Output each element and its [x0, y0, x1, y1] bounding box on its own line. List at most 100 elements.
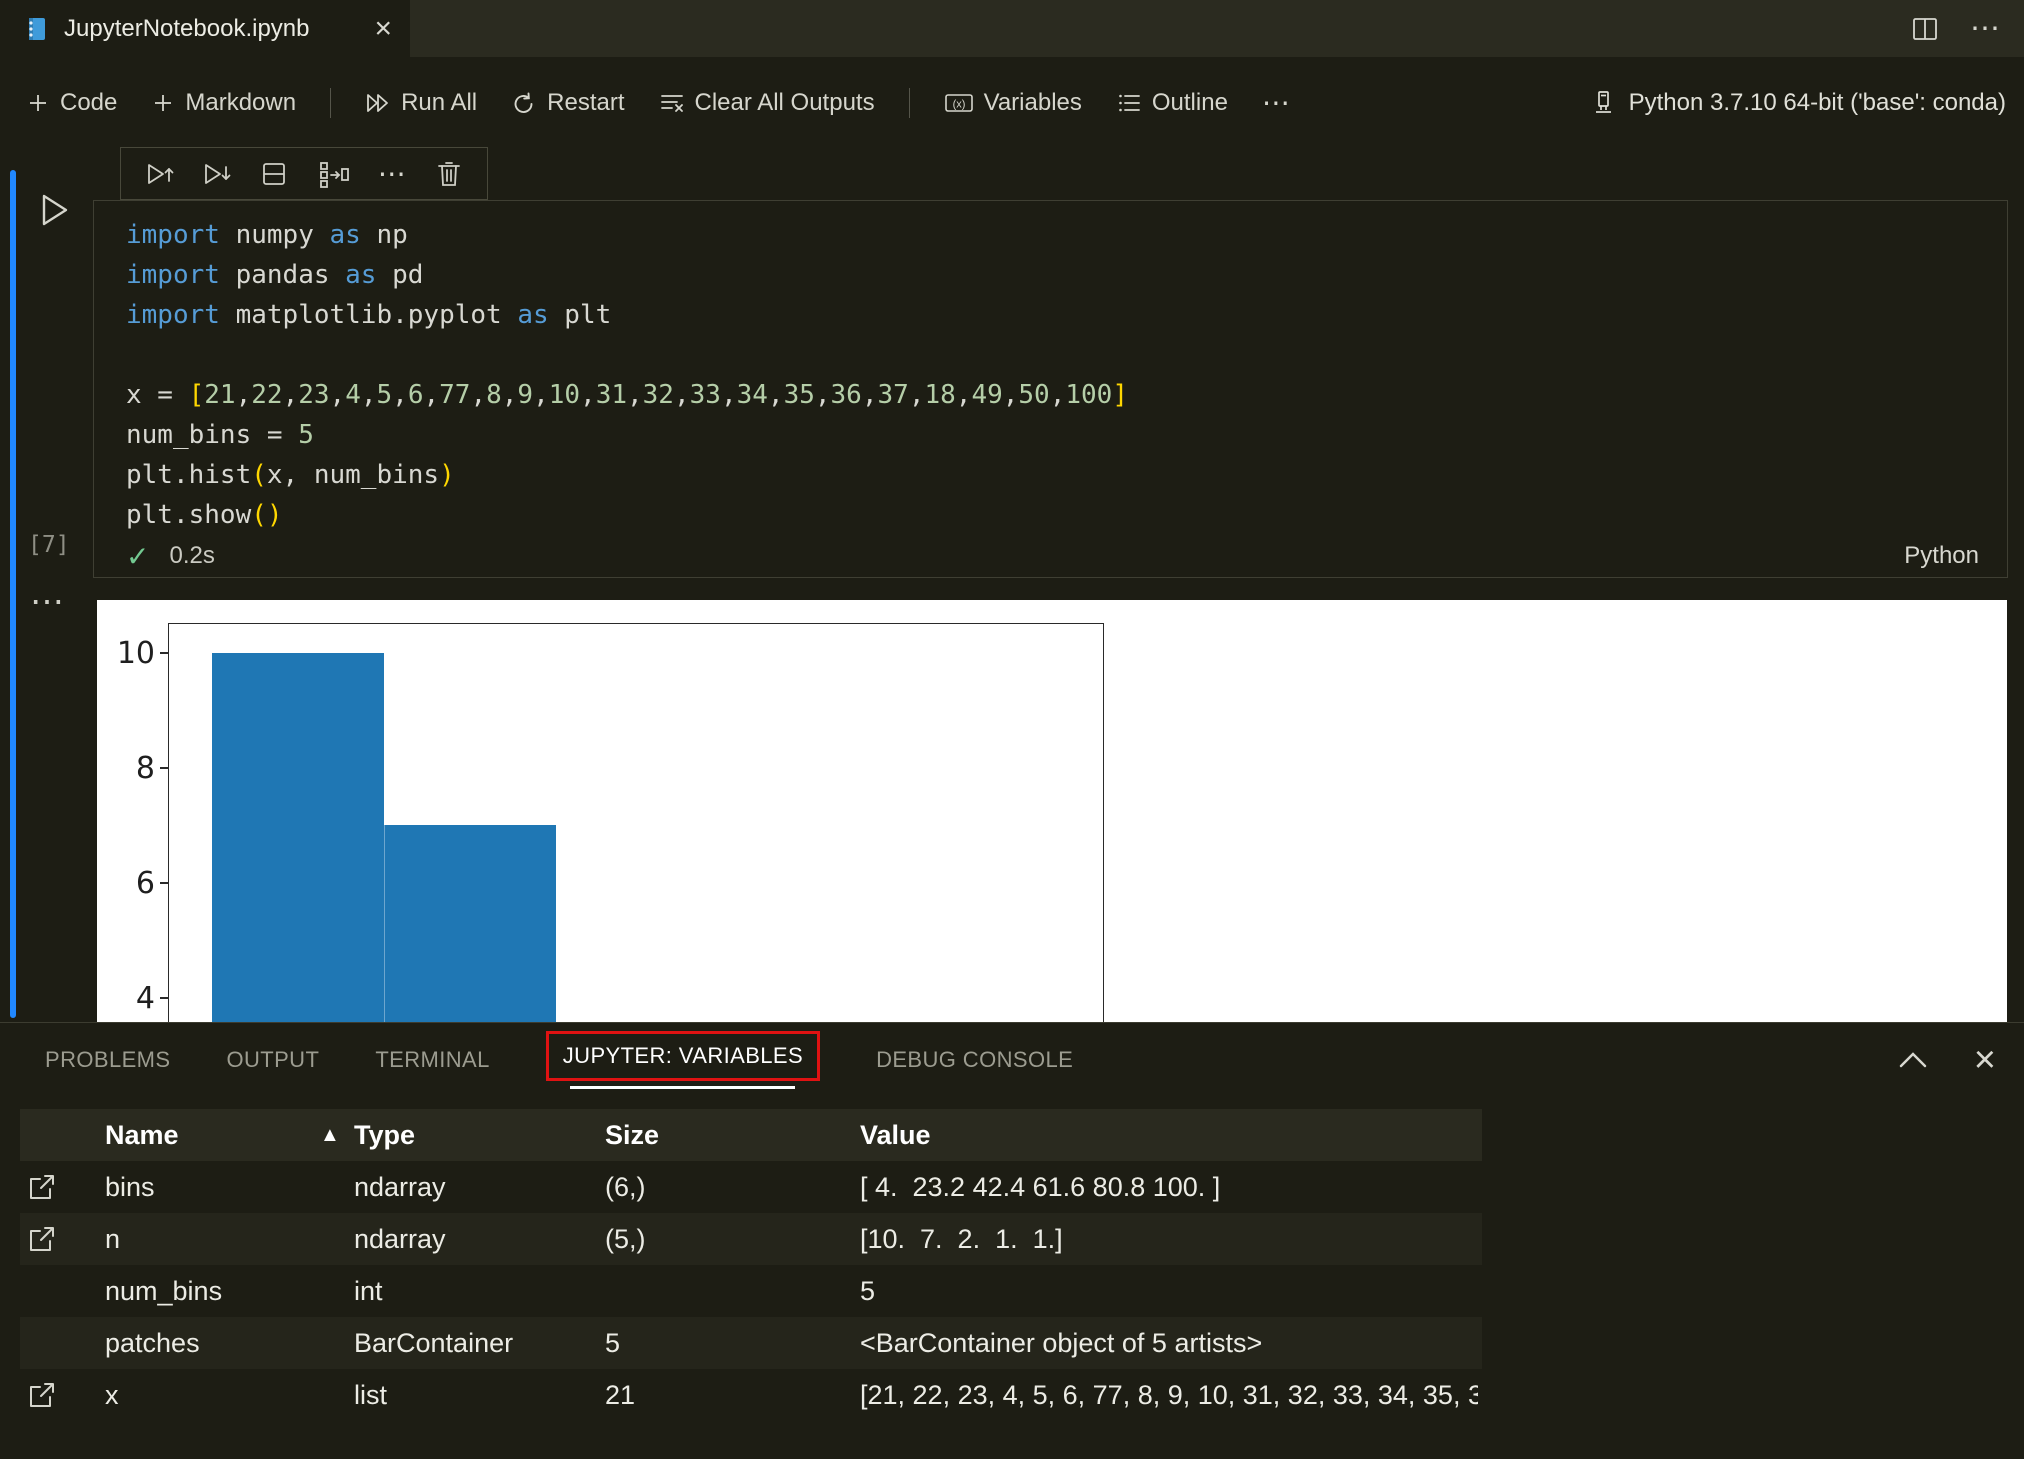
editor-actions: ⋯ [1910, 0, 2002, 57]
code-token: 6 [407, 380, 424, 410]
code-line[interactable]: x = [21,22,23,4,5,6,77,8,9,10,31,32,33,3… [126, 375, 2007, 415]
code-token: , [720, 380, 737, 410]
code-line[interactable] [126, 335, 2007, 375]
code-line[interactable]: num_bins = 5 [126, 415, 2007, 455]
variable-row-patches[interactable]: patches BarContainer 5 <BarContainer object… [20, 1317, 1482, 1369]
variables-icon: (x) [944, 90, 974, 116]
cell-more-actions-icon[interactable]: ⋯ [378, 157, 408, 190]
code-token: plt [548, 300, 612, 330]
panel-close-icon[interactable]: × [1974, 1041, 1996, 1079]
variables-button[interactable]: (x) Variables [944, 89, 1082, 117]
join-cells-icon[interactable] [317, 159, 351, 189]
run-cell-button[interactable] [32, 188, 76, 232]
open-in-data-viewer-icon[interactable] [26, 1171, 58, 1203]
tab-problems[interactable]: PROBLEMS [45, 1047, 170, 1073]
header-name[interactable]: Name [105, 1109, 179, 1161]
code-line[interactable]: import numpy as np [126, 215, 2007, 255]
kernel-picker[interactable]: Python 3.7.10 64-bit ('base': conda) [1589, 89, 2024, 117]
split-editor-icon[interactable] [1910, 14, 1940, 44]
variable-row-bins[interactable]: bins ndarray (6,) [ 4. 23.2 42.4 61.6 80.8 … [20, 1161, 1482, 1213]
variable-row-n[interactable]: n ndarray (5,) [10. 7. 2. 1. 1.] [20, 1213, 1482, 1265]
restart-button[interactable]: Restart [511, 89, 625, 117]
cell-size: 21 [605, 1380, 636, 1410]
code-token: num_bins = [126, 420, 299, 450]
run-above-icon[interactable] [145, 159, 175, 189]
cell-size: (5,) [605, 1224, 646, 1254]
vscode-window: JupyterNotebook.ipynb × ⋯ Code Markdown … [0, 0, 2024, 1459]
toolbar-more-icon[interactable]: ⋯ [1262, 86, 1292, 119]
code-token: import [126, 300, 220, 330]
code-token: 21 [204, 380, 236, 410]
code-line[interactable]: plt.show() [126, 495, 2007, 535]
code-token: , [767, 380, 784, 410]
chevron-up-icon[interactable] [1896, 1049, 1930, 1071]
add-markdown-cell-button[interactable]: Markdown [151, 89, 296, 117]
cell-type: BarContainer [354, 1328, 514, 1358]
cell-value: [10. 7. 2. 1. 1.] [860, 1224, 1063, 1254]
tab-debug-console[interactable]: DEBUG CONSOLE [876, 1047, 1073, 1073]
tab-jupyternotebook[interactable]: JupyterNotebook.ipynb × [0, 0, 410, 57]
success-check-icon: ✓ [126, 540, 150, 572]
code-token: x = [126, 380, 189, 410]
outline-icon [1116, 90, 1142, 116]
tab-jupyter-variables[interactable]: JUPYTER: VARIABLES [545, 1031, 821, 1089]
execution-duration: 0.2s [169, 542, 215, 569]
code-line[interactable]: plt.hist(x, num_bins) [126, 455, 2007, 495]
header-type[interactable]: Type [354, 1109, 415, 1161]
histogram-bar [383, 825, 556, 1022]
add-code-cell-button[interactable]: Code [26, 89, 117, 117]
code-token: , [580, 380, 596, 410]
open-in-data-viewer-icon[interactable] [26, 1379, 58, 1411]
run-below-icon[interactable] [202, 159, 232, 189]
code-token: ) [439, 460, 455, 490]
cell-language-picker[interactable]: Python [1904, 542, 1979, 570]
kernel-label: Python 3.7.10 64-bit ('base': conda) [1628, 88, 2006, 116]
tab-close-icon[interactable]: × [374, 13, 392, 44]
editor-tab-strip: JupyterNotebook.ipynb × ⋯ [0, 0, 2024, 57]
add-code-label: Code [60, 88, 118, 116]
code-line[interactable]: import matplotlib.pyplot as plt [126, 295, 2007, 335]
clear-all-outputs-button[interactable]: Clear All Outputs [659, 89, 875, 117]
tab-terminal[interactable]: TERMINAL [375, 1047, 489, 1073]
open-in-data-viewer-icon[interactable] [26, 1223, 58, 1255]
code-line[interactable]: import pandas as pd [126, 255, 2007, 295]
variables-label: Variables [983, 88, 1082, 116]
split-cell-icon[interactable] [259, 159, 289, 189]
header-size[interactable]: Size [605, 1109, 659, 1161]
tab-output[interactable]: OUTPUT [226, 1047, 319, 1073]
variable-row-num_bins[interactable]: num_bins int 5 [20, 1265, 1482, 1317]
variable-row-x[interactable]: x list 21 [21, 22, 23, 4, 5, 6, 77, 8, 9, 1… [20, 1369, 1482, 1421]
add-markdown-label: Markdown [185, 88, 297, 116]
code-token: 5 [298, 420, 314, 450]
svg-text:(x): (x) [952, 98, 965, 110]
cell-output-plot: 1086420 [97, 600, 2007, 1022]
code-token: , [329, 380, 346, 410]
code-token: , [1002, 380, 1019, 410]
code-token: plt.show [126, 500, 252, 530]
y-tick-label: 4 [135, 980, 155, 1016]
code-token: , [627, 380, 643, 410]
variables-table-body: bins ndarray (6,) [ 4. 23.2 42.4 61.6 80.8 … [20, 1161, 1482, 1421]
code-token: pd [376, 260, 424, 290]
code-token: 23 [298, 380, 330, 410]
bottom-panel: PROBLEMS OUTPUT TERMINAL JUPYTER: VARIAB… [0, 1022, 2024, 1459]
output-more-icon[interactable]: ⋯ [30, 582, 65, 622]
code-token: , [908, 380, 925, 410]
code-token: ) [266, 500, 283, 530]
code-token: 37 [877, 380, 909, 410]
run-all-button[interactable]: Run All [365, 89, 477, 117]
code-editor[interactable]: import numpy as np import pandas as pd imp… [94, 201, 2007, 535]
outline-button[interactable]: Outline [1116, 89, 1228, 117]
code-token: as [517, 300, 549, 330]
code-token: , [861, 380, 878, 410]
header-value[interactable]: Value [860, 1109, 1478, 1161]
cell-name: n [105, 1224, 121, 1254]
code-token: 35 [783, 380, 815, 410]
code-token: , [392, 380, 408, 410]
more-actions-icon[interactable]: ⋯ [1970, 11, 2002, 46]
cell-name: bins [105, 1172, 155, 1202]
y-tick-label: 10 [116, 635, 155, 671]
cell-type: int [354, 1276, 383, 1306]
delete-cell-icon[interactable] [435, 159, 463, 189]
cell-value: [ 4. 23.2 42.4 61.6 80.8 100. ] [860, 1172, 1221, 1202]
